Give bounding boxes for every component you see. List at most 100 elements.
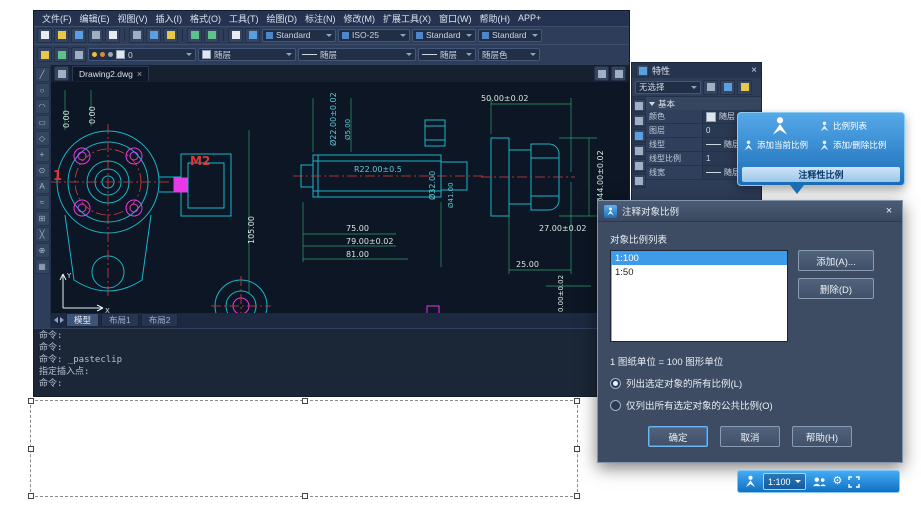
layer-states-icon[interactable] [54,47,69,62]
tab-scroll-left-icon[interactable] [54,317,58,323]
palette-tool-icon[interactable] [633,129,646,142]
menu-item[interactable]: 绘图(D) [263,12,302,25]
properties-title-bar[interactable]: 特性 × [632,63,761,78]
menu-item[interactable]: 工具(T) [225,12,263,25]
ok-button[interactable]: 确定 [648,426,708,447]
text-style-select[interactable]: Standard [262,29,336,42]
draw-tool-icon[interactable]: ▦ [35,259,50,274]
menu-item[interactable]: 窗口(W) [435,12,476,25]
undo-icon[interactable] [187,28,202,43]
layer-previous-icon[interactable] [71,47,86,62]
menu-item[interactable]: 帮助(H) [476,12,515,25]
lineweight-select[interactable]: 随层 [418,48,476,61]
new-file-icon[interactable] [37,28,52,43]
selection-marquee[interactable] [30,400,578,497]
quick-select-icon[interactable] [737,80,752,95]
draw-tool-icon[interactable]: ╳ [35,227,50,242]
plotstyle-select[interactable]: 随层色 [478,48,540,61]
table-style-select[interactable]: Standard [412,29,476,42]
draw-tool-icon[interactable]: A [35,179,50,194]
plot-icon[interactable] [88,28,103,43]
radio-list-all-scales[interactable]: 列出选定对象的所有比例(L) [610,376,890,390]
menu-item[interactable]: 插入(I) [152,12,187,25]
help-button[interactable]: 帮助(H) [792,426,852,447]
paste-icon[interactable] [163,28,178,43]
palette-tool-icon[interactable] [633,144,646,157]
draw-tool-icon[interactable]: ≈ [35,195,50,210]
object-scale-list[interactable]: 1:100 1:50 [610,250,788,342]
dim-style-select[interactable]: ISO-25 [338,29,410,42]
flyout-item-add-delete[interactable]: 添加/删除比例 [819,136,899,154]
flyout-item-add-current[interactable]: 添加当前比例 [743,136,817,154]
palette-tool-icon[interactable] [633,174,646,187]
menu-item[interactable]: APP+ [514,13,545,23]
tab-layout2[interactable]: 布局2 [141,313,179,327]
delete-button[interactable]: 删除(D) [798,278,874,299]
properties-section-basic[interactable]: 基本 [646,97,761,110]
menu-item[interactable]: 编辑(E) [76,12,114,25]
open-file-icon[interactable] [54,28,69,43]
flyout-item-scale-list[interactable]: 比例列表 [819,117,899,135]
scale-list-item[interactable]: 1:100 [611,251,787,265]
resize-handle[interactable] [574,446,580,452]
draw-tool-icon[interactable]: ⊙ [35,163,50,178]
annotation-visibility-icon[interactable] [812,476,827,487]
close-icon[interactable]: × [751,65,757,76]
save-icon[interactable] [71,28,86,43]
new-tab-icon[interactable] [594,66,609,81]
command-line[interactable]: 命令:命令:命令: _pasteclip指定插入点:命令: [34,328,629,396]
cancel-button[interactable]: 取消 [720,426,780,447]
select-objects-icon[interactable] [720,80,735,95]
mleader-style-select[interactable]: Standard [478,29,542,42]
tab-layout1[interactable]: 布局1 [101,313,139,327]
menu-item[interactable]: 修改(M) [340,12,380,25]
tab-model[interactable]: 模型 [66,313,99,327]
draw-tool-icon[interactable]: ◠ [35,99,50,114]
resize-handle[interactable] [28,446,34,452]
draw-tool-icon[interactable]: ▭ [35,115,50,130]
layer-select[interactable]: 0 [88,48,196,61]
resize-handle[interactable] [574,493,580,499]
menu-item[interactable]: 文件(F) [38,12,76,25]
draw-tool-icon[interactable]: + [35,147,50,162]
color-select[interactable]: 随层 [198,48,296,61]
resize-handle[interactable] [302,493,308,499]
resize-handle[interactable] [574,398,580,404]
linetype-select[interactable]: 随层 [298,48,416,61]
palette-tool-icon[interactable] [633,99,646,112]
resize-handle[interactable] [28,398,34,404]
tab-menu-icon[interactable] [54,66,69,81]
draw-tool-icon[interactable]: ⊞ [35,211,50,226]
radio-common-scales-only[interactable]: 仅列出所有选定对象的公共比例(O) [610,398,890,412]
layer-properties-icon[interactable] [37,47,52,62]
redo-icon[interactable] [204,28,219,43]
menu-item[interactable]: 格式(O) [186,12,225,25]
zoom-icon[interactable] [245,28,260,43]
add-button[interactable]: 添加(A)... [798,250,874,271]
pan-icon[interactable] [228,28,243,43]
print-preview-icon[interactable] [105,28,120,43]
draw-tool-icon[interactable]: ╱ [35,67,50,82]
resize-handle[interactable] [302,398,308,404]
close-icon[interactable]: × [882,205,896,217]
tab-scroll-right-icon[interactable] [60,317,64,323]
draw-tool-icon[interactable]: ○ [35,83,50,98]
drawing-canvas[interactable]: 50.00±0.02 0.00 0.00 105.00 75.00 79.00±… [51,82,629,313]
menu-item[interactable]: 视图(V) [114,12,152,25]
scale-list-item[interactable]: 1:50 [611,265,787,279]
close-tab-icon[interactable]: × [137,69,142,79]
dialog-title-bar[interactable]: 注释对象比例 × [598,201,902,222]
draw-tool-icon[interactable]: ◇ [35,131,50,146]
cut-icon[interactable] [129,28,144,43]
auto-scale-gear-icon[interactable]: ⚙ [833,476,843,487]
document-tab[interactable]: Drawing2.dwg × [72,66,149,81]
fullscreen-icon[interactable] [848,476,860,488]
current-scale-select[interactable]: 1:100 [763,473,806,490]
tab-list-icon[interactable] [611,66,626,81]
palette-tool-icon[interactable] [633,159,646,172]
menu-item[interactable]: 标注(N) [301,12,340,25]
copy-icon[interactable] [146,28,161,43]
selection-filter-select[interactable]: 无选择 [635,81,701,94]
resize-handle[interactable] [28,493,34,499]
palette-tool-icon[interactable] [633,114,646,127]
